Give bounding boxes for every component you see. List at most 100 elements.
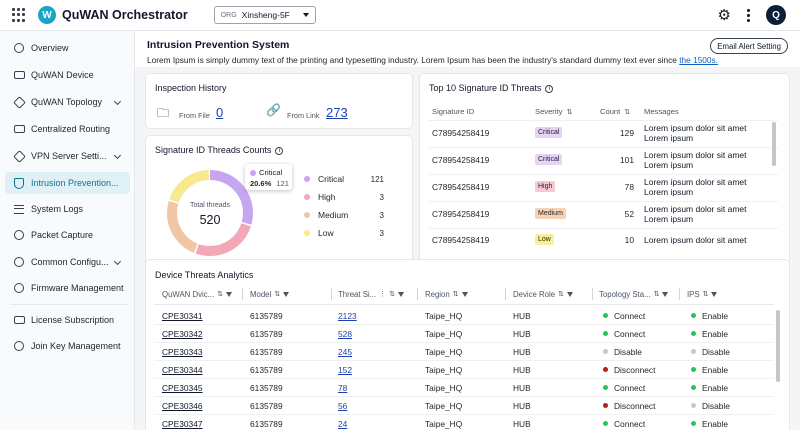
col-severity[interactable]: Severity ⇅	[535, 107, 572, 116]
sidebar-item-label: Common Configu...	[31, 257, 109, 267]
col-device[interactable]: QuWAN Dvic... ⇅	[162, 288, 233, 300]
device-link[interactable]: CPE30341	[162, 311, 203, 321]
row-divider	[154, 378, 774, 379]
sort-icon[interactable]: ⇅	[566, 108, 572, 116]
page-subtitle-link[interactable]: the 1500s.	[679, 55, 718, 65]
legend-label: Critical	[318, 174, 344, 184]
info-icon[interactable]: i	[275, 146, 284, 155]
sort-icon[interactable]: ⇅	[703, 290, 709, 298]
legend-label: Medium	[318, 210, 349, 220]
email-alert-setting-button[interactable]: Email Alert Setting	[710, 38, 788, 54]
model-cell: 6135789	[250, 311, 283, 321]
device-link[interactable]: CPE30345	[162, 383, 203, 393]
legend-label: Low	[318, 228, 334, 238]
threat-link[interactable]: 152	[338, 365, 352, 375]
col-ips[interactable]: IPS ⇅	[687, 288, 718, 300]
filter-icon[interactable]	[711, 291, 718, 297]
scrollbar[interactable]	[776, 310, 780, 382]
from-link-value[interactable]: 273	[326, 105, 348, 120]
col-messages: Messages	[644, 107, 679, 116]
org-value: Xinsheng-5F	[241, 10, 290, 20]
model-cell: 6135789	[250, 365, 283, 375]
col-divider	[242, 288, 243, 300]
threat-link[interactable]: 2123	[338, 311, 357, 321]
col-count[interactable]: Count ⇅	[600, 107, 630, 116]
filter-icon[interactable]	[283, 291, 290, 297]
legend-dot	[304, 212, 310, 218]
sidebar-item-license-subscription[interactable]: License Subscription	[5, 309, 130, 331]
ips-status: Enable	[691, 329, 728, 339]
avatar[interactable]: Q	[766, 5, 786, 25]
col-device-role[interactable]: Device Role ⇅	[513, 288, 573, 300]
col-threat[interactable]: Threat Si... ⋮ ⇅	[338, 288, 405, 300]
legend-value: 3	[379, 228, 384, 238]
tooltip-value: 121	[276, 179, 289, 188]
sidebar-item-overview[interactable]: Overview	[5, 37, 130, 59]
more-options-icon[interactable]	[747, 8, 750, 22]
threat-link[interactable]: 245	[338, 347, 352, 357]
status-dot	[603, 421, 608, 427]
sidebar-item-centralized-routing[interactable]: Centralized Routing	[5, 118, 130, 140]
threat-link[interactable]: 78	[338, 383, 347, 393]
sidebar-item-common-config[interactable]: Common Configu...	[5, 251, 130, 273]
filter-icon[interactable]	[226, 291, 233, 297]
device-link[interactable]: CPE30343	[162, 347, 203, 357]
scrollbar[interactable]	[772, 122, 776, 166]
more-options-icon[interactable]: ⋮	[379, 290, 386, 298]
col-topology-status[interactable]: Topology Sta... ⇅	[599, 288, 669, 300]
sidebar-item-vpn-server[interactable]: VPN Server Setti...	[5, 145, 130, 167]
sort-icon[interactable]: ⇅	[389, 290, 395, 298]
signature-id: C78954258419	[432, 155, 490, 165]
topology-status-label: Disconnect	[614, 401, 656, 411]
filter-icon[interactable]	[398, 291, 405, 297]
sidebar-item-quwan-device[interactable]: QuWAN Device	[5, 64, 130, 86]
severity-badge: Critical	[535, 127, 563, 138]
from-file-value[interactable]: 0	[216, 105, 223, 120]
sort-icon[interactable]: ⇅	[624, 108, 630, 116]
sidebar-item-join-key[interactable]: Join Key Management	[5, 335, 130, 357]
message-line: Lorem ipsum dolor sit amet	[644, 204, 747, 214]
tooltip-percent: 20.6%	[250, 179, 272, 188]
message: Lorem ipsum dolor sit amet Lorem ipsum	[644, 177, 756, 197]
sidebar-item-system-logs[interactable]: System Logs	[5, 198, 130, 220]
key-icon	[13, 340, 25, 352]
info-icon[interactable]: i	[545, 84, 554, 93]
device-link[interactable]: CPE30344	[162, 365, 203, 375]
ips-status-label: Disable	[702, 401, 730, 411]
threat-link[interactable]: 24	[338, 419, 347, 429]
device-link[interactable]: CPE30346	[162, 401, 203, 411]
top10-threats-card: Top 10 Signature ID Threats i Signature I…	[419, 73, 790, 283]
sidebar-item-label: VPN Server Setti...	[31, 151, 107, 161]
org-select[interactable]: ORG Xinsheng-5F	[213, 6, 316, 24]
col-model[interactable]: Model ⇅	[250, 288, 290, 300]
sort-icon[interactable]: ⇅	[274, 290, 280, 298]
top10-threats-title: Top 10 Signature ID Threats i	[429, 83, 554, 93]
sidebar-item-quwan-topology[interactable]: QuWAN Topology	[5, 91, 130, 113]
device-link[interactable]: CPE30342	[162, 329, 203, 339]
app-grid-icon[interactable]	[12, 8, 26, 22]
row-divider	[154, 414, 774, 415]
chart-tooltip: Critical 20.6% 121	[245, 164, 292, 190]
sidebar-item-packet-capture[interactable]: Packet Capture	[5, 224, 130, 246]
role-cell: HUB	[513, 401, 531, 411]
filter-icon[interactable]	[662, 291, 669, 297]
sort-icon[interactable]: ⇅	[217, 290, 223, 298]
col-signature-id[interactable]: Signature ID	[432, 107, 474, 116]
gear-icon[interactable]: ⚙	[718, 8, 731, 23]
threat-link[interactable]: 56	[338, 401, 347, 411]
col-region[interactable]: Region ⇅	[425, 288, 468, 300]
sort-icon[interactable]: ⇅	[453, 290, 459, 298]
col-divider	[505, 288, 506, 300]
sort-icon[interactable]: ⇅	[654, 290, 660, 298]
device-link[interactable]: CPE30347	[162, 419, 203, 429]
sort-icon[interactable]: ⇅	[558, 290, 564, 298]
sidebar-item-firmware-management[interactable]: Firmware Management	[5, 277, 130, 299]
sidebar-item-intrusion-prevention[interactable]: Intrusion Prevention...	[5, 172, 130, 194]
severity-badge: Medium	[535, 208, 566, 219]
filter-icon[interactable]	[566, 291, 573, 297]
filter-icon[interactable]	[461, 291, 468, 297]
shield-icon	[13, 177, 25, 189]
legend-item-medium: Medium 3	[304, 209, 384, 221]
role-cell: HUB	[513, 311, 531, 321]
threat-link[interactable]: 528	[338, 329, 352, 339]
